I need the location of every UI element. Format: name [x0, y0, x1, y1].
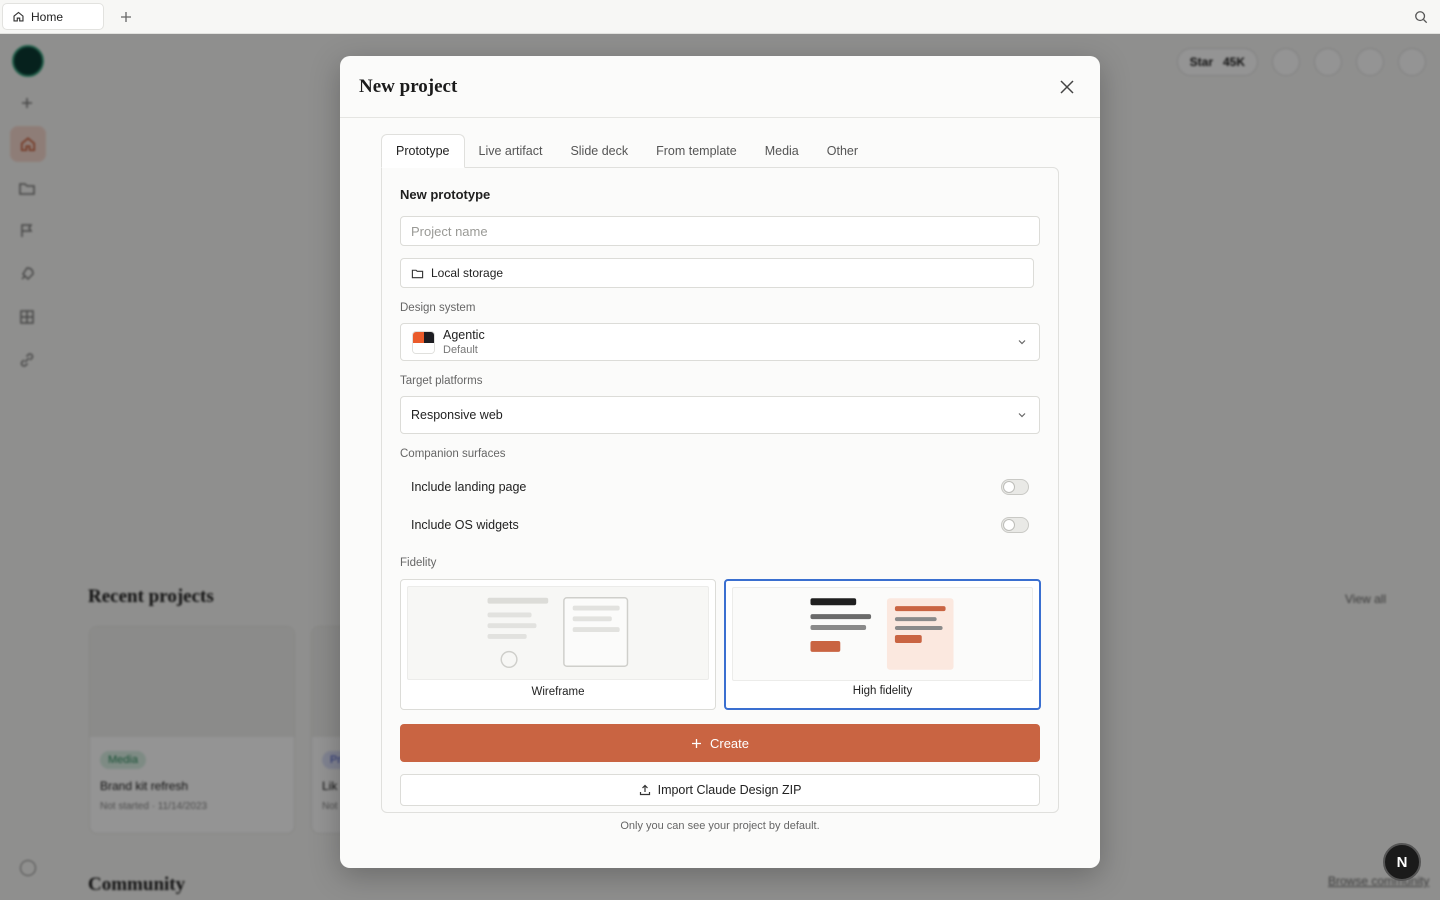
- dialog-header: New project: [340, 56, 1100, 118]
- fidelity-wireframe-card[interactable]: Wireframe: [400, 579, 716, 710]
- design-system-label: Design system: [400, 302, 476, 314]
- tab-prototype[interactable]: Prototype: [381, 134, 465, 168]
- create-button[interactable]: Create: [400, 724, 1040, 762]
- design-system-name: Agentic: [443, 328, 485, 342]
- assistant-badge[interactable]: N: [1383, 843, 1421, 881]
- os-widgets-row: Include OS widgets: [400, 510, 1040, 540]
- dialog-title: New project: [359, 75, 458, 97]
- landing-page-toggle[interactable]: [1001, 479, 1029, 495]
- browser-tab-bar: Home: [0, 0, 1440, 34]
- import-zip-button[interactable]: Import Claude Design ZIP: [400, 774, 1040, 806]
- design-system-select[interactable]: Agentic Default: [400, 323, 1040, 361]
- landing-page-row: Include landing page: [400, 472, 1040, 502]
- design-system-subtitle: Default: [443, 344, 478, 356]
- toggle-knob: [1003, 481, 1015, 493]
- wireframe-label: Wireframe: [531, 686, 585, 698]
- tab-other[interactable]: Other: [813, 134, 872, 168]
- chevron-down-icon: [1018, 340, 1026, 345]
- browser-tab-home[interactable]: Home: [2, 3, 104, 30]
- plus-icon: [691, 738, 701, 748]
- upload-icon: [639, 784, 650, 796]
- create-label: Create: [709, 735, 750, 751]
- storage-location-button[interactable]: Local storage: [400, 258, 1034, 288]
- high-fidelity-label: High fidelity: [852, 685, 913, 697]
- project-type-tabs: Prototype Live artifact Slide deck From …: [381, 134, 872, 168]
- target-platforms-value: Responsive web: [411, 408, 503, 422]
- companion-surfaces-label: Companion surfaces: [400, 448, 506, 460]
- high-fidelity-preview: [732, 587, 1033, 681]
- storage-label: Local storage: [431, 266, 504, 280]
- tab-media[interactable]: Media: [751, 134, 813, 168]
- privacy-footnote: Only you can see your project by default…: [620, 820, 820, 832]
- chevron-down-icon: [1018, 413, 1026, 418]
- os-widgets-toggle[interactable]: [1001, 517, 1029, 533]
- tab-from-template[interactable]: From template: [642, 134, 751, 168]
- plus-icon: [121, 11, 131, 22]
- fidelity-high-card[interactable]: High fidelity: [724, 579, 1041, 710]
- wireframe-illustration: [487, 597, 629, 668]
- panel-heading: New prototype: [400, 187, 491, 202]
- high-fidelity-illustration: [810, 598, 954, 670]
- browser-tab-label: Home: [31, 9, 64, 24]
- tab-slide-deck[interactable]: Slide deck: [556, 134, 642, 168]
- wireframe-preview: [407, 586, 709, 680]
- folder-icon: [411, 269, 424, 278]
- fidelity-label: Fidelity: [400, 557, 437, 569]
- prototype-panel: New prototype Local storage Design syste…: [381, 167, 1059, 813]
- target-platforms-select[interactable]: Responsive web: [400, 396, 1040, 434]
- toggle-knob: [1003, 519, 1015, 531]
- new-project-dialog: New project Prototype Live artifact Slid…: [340, 56, 1100, 868]
- search-icon[interactable]: [1414, 10, 1428, 24]
- target-platforms-label: Target platforms: [400, 375, 483, 387]
- home-icon: [13, 11, 24, 22]
- landing-page-label: Include landing page: [411, 480, 527, 494]
- close-icon[interactable]: [1058, 78, 1076, 96]
- tab-live-artifact[interactable]: Live artifact: [465, 134, 557, 168]
- new-tab-button[interactable]: [116, 7, 136, 27]
- design-system-swatch: [412, 331, 435, 354]
- import-label: Import Claude Design ZIP: [657, 783, 802, 797]
- project-name-input[interactable]: [400, 216, 1040, 246]
- os-widgets-label: Include OS widgets: [411, 518, 519, 532]
